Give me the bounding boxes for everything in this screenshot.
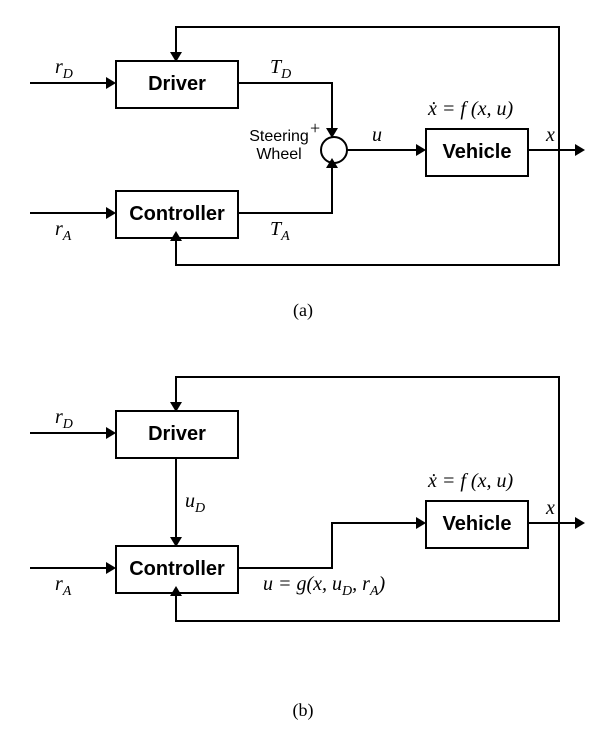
diagram-a: Driver Controller Vehicle + rD rA TD [20,20,586,300]
fb-bot-arrow [170,231,182,241]
fb-bot-h [175,264,560,266]
fb-bot-v [558,149,560,266]
rA-label: rA [55,218,71,245]
x-arrow [575,144,585,156]
rD-arrow-b [106,427,116,439]
ueq-label: u = g(x, uD, rA) [263,573,385,600]
fb-top-arrow-b [170,402,182,412]
TD-vline [331,82,333,134]
caption-b: (b) [0,700,606,721]
rD-label-b: rD [55,406,73,433]
u-label: u [372,124,382,147]
TA-label: TA [270,218,290,245]
rA-arrow [106,207,116,219]
TA-arrow [326,158,338,168]
TA-hline [237,212,333,214]
fb-top-h [175,26,560,28]
rD-label: rD [55,56,73,83]
fb-top-arrow [170,52,182,62]
driver-label: Driver [148,73,206,96]
TD-arrow [326,128,338,138]
fb-bot-h-b [175,620,560,622]
driver-block: Driver [115,60,239,109]
x-label: x [546,124,555,147]
rA-arrow-b [106,562,116,574]
u-hline1 [237,567,333,569]
rA-line-b [30,567,110,569]
steering-annotation: Steering Wheel [244,128,314,163]
vehicle-label: Vehicle [443,141,512,164]
x-label-b: x [546,497,555,520]
vehicle-block-b: Vehicle [425,500,529,549]
u-arrow [416,144,426,156]
dyn-label-b: ẋ = f (x, u) [428,470,513,493]
u-arrow-b [416,517,426,529]
u-vline [331,522,333,569]
x-line-b [527,522,579,524]
uD-arrow [170,537,182,547]
uD-label: uD [185,490,205,517]
controller-label: Controller [129,203,225,226]
u-hline2 [331,522,420,524]
fb-top-h-b [175,376,560,378]
rD-arrow [106,77,116,89]
fb-top-v-b [558,376,560,524]
uD-vline [175,457,177,541]
fb-bot-v2-b [175,592,177,622]
rA-label-b: rA [55,573,71,600]
fb-top-v [558,26,560,151]
vehicle-block: Vehicle [425,128,529,177]
TA-vline [331,164,333,214]
controller-label-b: Controller [129,558,225,581]
vehicle-label-b: Vehicle [443,513,512,536]
u-line [346,149,420,151]
x-line [527,149,579,151]
rA-line [30,212,110,214]
driver-block-b: Driver [115,410,239,459]
driver-label-b: Driver [148,423,206,446]
fb-bot-v-b [558,522,560,622]
page: Driver Controller Vehicle + rD rA TD [0,0,606,748]
fb-bot-arrow-b [170,586,182,596]
diagram-b: Driver Controller Vehicle rD rA uD [20,370,586,700]
dyn-label: ẋ = f (x, u) [428,98,513,121]
TD-label: TD [270,56,291,83]
fb-bot-v2 [175,237,177,266]
x-arrow-b [575,517,585,529]
caption-a: (a) [0,300,606,321]
